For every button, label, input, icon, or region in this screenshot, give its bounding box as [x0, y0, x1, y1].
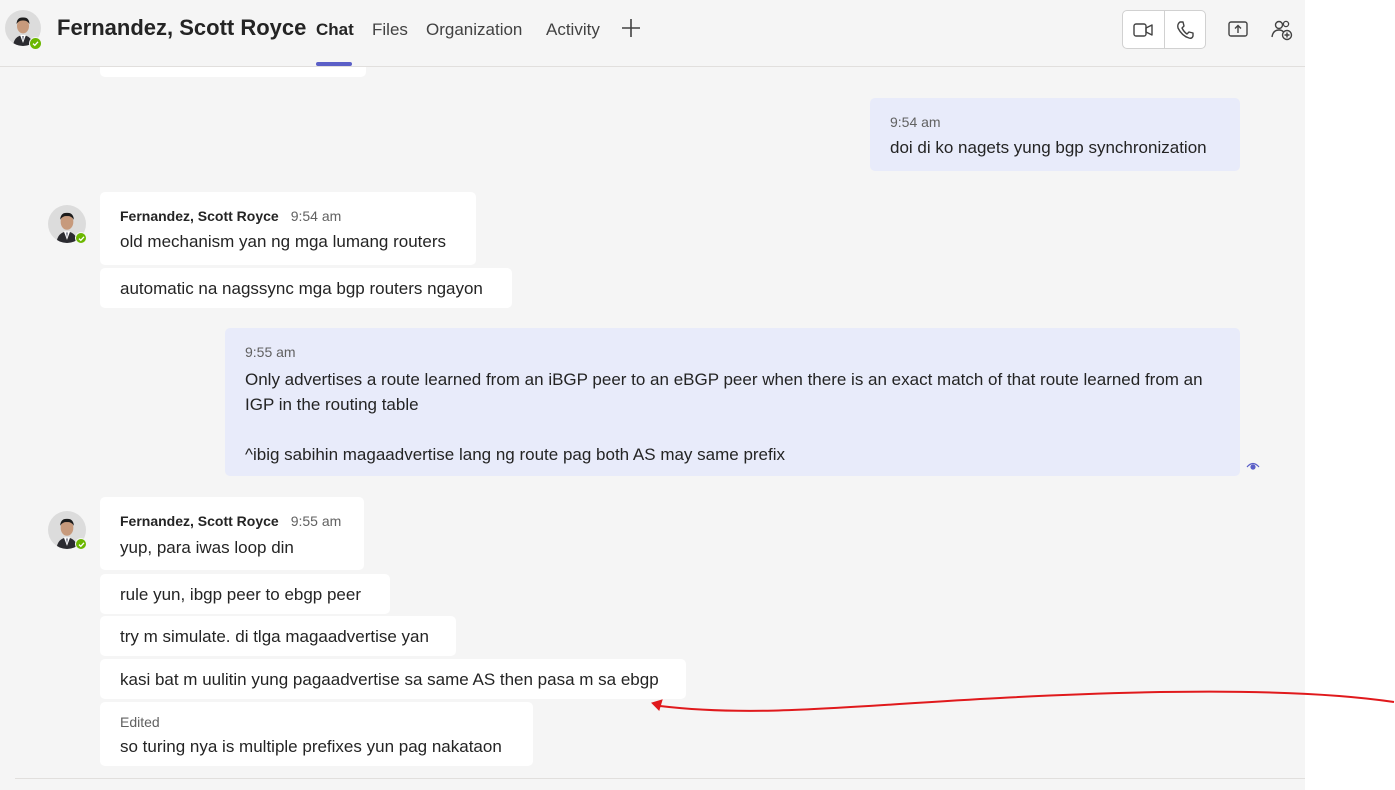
- message-text: yup, para iwas loop din: [120, 538, 294, 557]
- add-tab-icon[interactable]: [620, 17, 642, 39]
- message-bubble-received[interactable]: try m simulate. di tlga magaadvertise ya…: [100, 616, 456, 656]
- message-bubble-sent[interactable]: 9:55 am Only advertises a route learned …: [225, 328, 1240, 476]
- tab-chat[interactable]: Chat: [316, 20, 354, 40]
- message-timestamp: 9:54 am: [290, 208, 342, 224]
- message-text: try m simulate. di tlga magaadvertise ya…: [120, 627, 429, 646]
- message-timestamp: 9:55 am: [245, 344, 296, 360]
- message-text: doi di ko nagets yung bgp synchronizatio…: [890, 138, 1207, 157]
- call-group-divider: [1164, 11, 1165, 48]
- presence-available-icon: [29, 37, 42, 50]
- audio-call-icon[interactable]: [1174, 19, 1196, 41]
- active-tab-indicator: [316, 62, 352, 66]
- message-header: Fernandez, Scott Royce 9:54 am: [120, 208, 341, 224]
- teams-chat-window: Fernandez, Scott Royce Chat Files Organi…: [0, 0, 1305, 790]
- message-text: rule yun, ibgp peer to ebgp peer: [120, 585, 362, 604]
- sender-name: Fernandez, Scott Royce: [120, 208, 279, 224]
- presence-available-icon: [75, 232, 87, 244]
- sender-name: Fernandez, Scott Royce: [120, 513, 279, 529]
- message-bubble-received[interactable]: rule yun, ibgp peer to ebgp peer: [100, 574, 390, 614]
- compose-area-divider: [15, 778, 1305, 779]
- message-text: Only advertises a route learned from an …: [245, 370, 1203, 389]
- edited-label: Edited: [120, 714, 160, 730]
- message-bubble-received[interactable]: Fernandez, Scott Royce 9:55 am yup, para …: [100, 497, 364, 570]
- message-text: old mechanism yan ng mga lumang routers: [120, 232, 446, 251]
- message-timestamp: 9:54 am: [890, 114, 941, 130]
- contact-name[interactable]: Fernandez, Scott Royce: [57, 15, 306, 41]
- add-people-icon[interactable]: [1270, 18, 1294, 42]
- call-button-group: [1122, 10, 1206, 49]
- share-screen-icon[interactable]: [1227, 18, 1249, 40]
- tab-files[interactable]: Files: [372, 20, 408, 40]
- message-bubble-received[interactable]: kasi bat m uulitin yung pagaadvertise sa…: [100, 659, 686, 699]
- read-receipt-eye-icon: [1246, 462, 1260, 470]
- message-bubble-received[interactable]: automatic na nagssync mga bgp routers ng…: [100, 268, 512, 308]
- tab-activity[interactable]: Activity: [546, 20, 600, 40]
- message-timestamp: 9:55 am: [290, 513, 342, 529]
- chat-header: Fernandez, Scott Royce Chat Files Organi…: [0, 0, 1305, 67]
- message-text: so turing nya is multiple prefixes yun p…: [120, 737, 502, 756]
- message-text: IGP in the routing table: [245, 395, 419, 414]
- message-text: ^ibig sabihin magaadvertise lang ng rout…: [245, 445, 786, 464]
- video-call-icon[interactable]: [1132, 19, 1154, 41]
- message-bubble-received[interactable]: Edited so turing nya is multiple prefixe…: [100, 702, 533, 766]
- presence-available-icon: [75, 538, 87, 550]
- tab-organization[interactable]: Organization: [426, 20, 522, 40]
- message-bubble-received[interactable]: Fernandez, Scott Royce 9:54 am old mechan…: [100, 192, 476, 265]
- message-header: Fernandez, Scott Royce 9:55 am: [120, 513, 341, 529]
- message-text: automatic na nagssync mga bgp routers ng…: [120, 279, 483, 298]
- message-text: kasi bat m uulitin yung pagaadvertise sa…: [120, 670, 659, 689]
- message-bubble-sent[interactable]: 9:54 am doi di ko nagets yung bgp synchr…: [870, 98, 1240, 171]
